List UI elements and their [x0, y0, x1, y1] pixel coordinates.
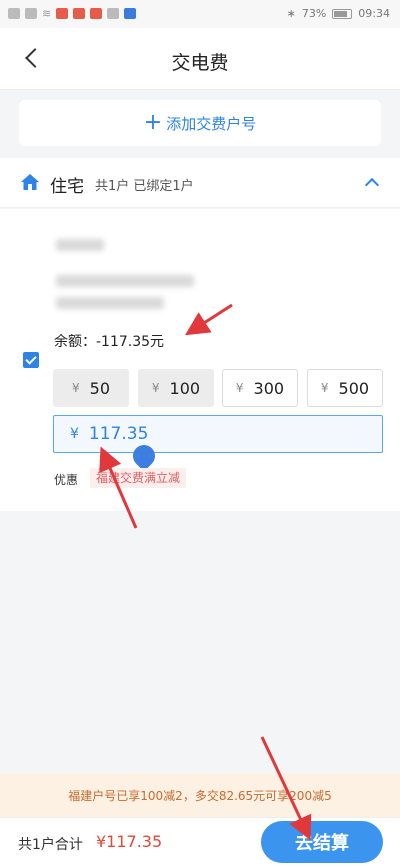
amount-option-100[interactable]: ¥100 — [138, 369, 214, 407]
custom-amount-value: 117.35 — [88, 424, 149, 444]
residence-label: 住宅 — [50, 177, 84, 197]
balance-value: -117.35元 — [96, 334, 165, 350]
chevron-up-icon[interactable] — [364, 174, 380, 190]
amount-option-50[interactable]: ¥50 — [53, 369, 129, 407]
amount-option-500[interactable]: ¥500 — [307, 369, 383, 407]
account-card: 余额：-117.35元 ¥50 ¥100 ¥300 ¥500 ¥117.35 优… — [0, 209, 400, 511]
promo-tag: 福建交费满立减 — [90, 468, 187, 488]
nav-bar: 交电费 — [0, 28, 400, 90]
amount-option-300[interactable]: ¥300 — [222, 369, 298, 407]
blurred-account-number — [56, 275, 194, 287]
alipay-icon — [124, 8, 137, 19]
add-account-label: 添加交费户号 — [166, 114, 257, 133]
residence-header[interactable]: 住宅 共1户 已绑定1户 — [0, 158, 400, 208]
status-icons-right: ∗ 73% 09:34 — [287, 7, 390, 20]
hd-icon — [8, 8, 20, 19]
blurred-account-name — [56, 239, 104, 251]
battery-icon — [332, 8, 353, 19]
cloud-icon — [107, 8, 120, 19]
battery-percent: 73% — [301, 7, 327, 20]
total-label: 共1户合计 — [18, 837, 83, 853]
camera-app-icon — [90, 8, 103, 19]
plus-icon: + — [143, 110, 163, 135]
residence-summary: 共1户 已绑定1户 — [95, 179, 194, 194]
checkout-bar: 共1户合计 ¥117.35 去结算 — [0, 817, 400, 867]
signal-icon — [25, 8, 37, 19]
app-notification-icon — [56, 8, 69, 19]
clock: 09:34 — [358, 7, 390, 20]
discount-notice: 福建户号已享100减2，多交82.65元可享200减5 — [0, 773, 400, 817]
blurred-account-address — [56, 297, 164, 309]
add-account-button[interactable]: + 添加交费户号 — [19, 100, 381, 146]
bluetooth-icon: ∗ — [286, 7, 296, 20]
custom-amount-input[interactable]: ¥117.35 — [53, 415, 383, 453]
page-title: 交电费 — [171, 52, 229, 74]
video-app-icon — [73, 8, 86, 19]
house-icon — [21, 174, 39, 190]
total-value: ¥117.35 — [96, 832, 163, 851]
status-bar: ≋ ∗ 73% 09:34 — [0, 0, 400, 28]
checkout-button[interactable]: 去结算 — [261, 821, 383, 863]
account-checkbox[interactable] — [23, 352, 39, 368]
balance-label: 余额： — [54, 334, 96, 350]
balance-line: 余额：-117.35元 — [54, 331, 164, 351]
promo-label: 优惠 — [54, 473, 79, 487]
status-icons-left: ≋ — [8, 7, 137, 20]
wifi-icon: ≋ — [42, 7, 52, 20]
